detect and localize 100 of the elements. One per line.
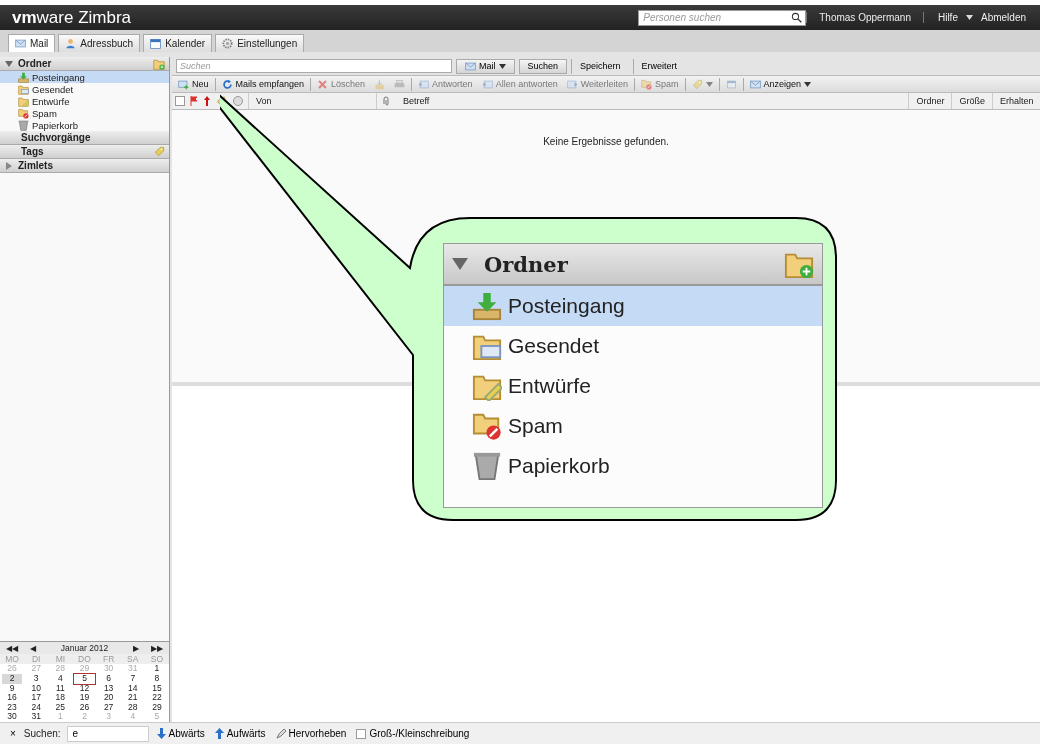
trash-icon [472,451,502,481]
toolbar-button[interactable]: Mails empfangen [218,78,308,90]
prev-year-button[interactable]: ◀◀ [4,643,20,653]
calendar-day[interactable]: 19 [74,693,95,703]
calendar-day[interactable]: 1 [146,664,167,675]
calendar-day[interactable]: 12 [74,683,95,694]
app-tab[interactable]: Adressbuch [58,34,141,52]
search-bar-button[interactable]: Erweitert [632,58,686,74]
down-arrow-icon [156,728,166,739]
calendar-day[interactable]: 31 [26,712,47,722]
app-logo: vmware Zimbra [12,7,132,28]
search-bar-button[interactable]: Speichern [571,58,629,74]
calendar-day[interactable]: 4 [50,674,71,684]
column-header[interactable]: Von [248,93,376,109]
search-bar-button[interactable]: Suchen [518,58,568,74]
search-field[interactable]: Suchen [176,59,452,73]
weekday-label: MI [48,654,73,665]
toolbar-button[interactable]: Anzeigen [746,78,815,90]
calendar-day[interactable]: 25 [50,702,71,713]
calendar-day[interactable]: 28 [122,702,143,713]
calendar-day[interactable]: 9 [2,683,23,694]
weekday-label: DI [24,654,49,665]
help-menu[interactable]: Hilfe [935,12,960,23]
flag-icon [190,96,198,106]
priority-icon [204,96,210,106]
up-arrow-icon [214,728,224,739]
folder-item[interactable]: Posteingang [0,71,169,83]
new-folder-icon [153,57,165,70]
folder-item[interactable]: Entwürfe [0,95,169,107]
scope-dropdown[interactable]: Mail [456,58,515,74]
section-header[interactable]: Tags [0,145,169,159]
tag-icon [154,146,165,157]
calendar-day[interactable]: 23 [2,702,23,713]
calendar-day[interactable]: 27 [98,702,119,713]
toolbar-button[interactable]: Neu [175,78,212,90]
calendar-day[interactable]: 17 [26,693,47,703]
calendar-day[interactable]: 10 [26,683,47,694]
calendar-day[interactable]: 22 [146,693,167,703]
find-down-button[interactable]: Abwärts [154,728,207,739]
highlight-button[interactable]: Hervorheben [273,728,349,739]
section-header[interactable]: Zimlets [0,159,169,173]
paperclip-icon [381,96,391,106]
column-header[interactable]: Betreff [396,93,909,109]
column-header[interactable]: Erhalten [992,93,1040,109]
calendar-day[interactable]: 24 [26,702,47,713]
calendar-day[interactable]: 7 [122,674,143,684]
calendar-day[interactable]: 18 [50,693,71,703]
calendar-day[interactable]: 20 [98,693,119,703]
calendar-day[interactable]: 30 [2,712,23,722]
match-case-checkbox[interactable]: Groß-/Kleinschreibung [354,728,472,739]
calendar-day[interactable]: 8 [146,674,167,684]
folder-item[interactable]: Gesendet [0,83,169,95]
column-header[interactable]: Größe [951,93,992,109]
app-tab[interactable]: Einstellungen [215,34,305,52]
mail-icon [465,60,476,72]
next-year-button[interactable]: ▶▶ [149,643,165,653]
tray-icon [374,78,386,90]
app-tab[interactable]: Kalender [143,34,213,52]
app-tab[interactable]: Mail [8,34,56,52]
calendar-day[interactable]: 26 [74,702,95,713]
calendar-icon [150,38,162,49]
section-header[interactable]: Suchvorgänge [0,131,169,145]
calendar-day[interactable]: 16 [2,693,23,703]
calendar-day[interactable]: 29 [146,702,167,713]
print-icon [394,78,406,90]
calendar-day[interactable]: 11 [50,683,71,694]
calendar-day[interactable]: 2 [2,674,23,684]
calendar-day[interactable]: 21 [122,693,143,703]
calendar-day[interactable]: 13 [98,683,119,694]
folder-item[interactable]: Spam [0,107,169,119]
folders-header[interactable]: Ordner [0,57,169,71]
weekday-label: MO [0,654,25,665]
logout-link[interactable]: Abmelden [978,12,1028,23]
calendar-day[interactable]: 6 [98,674,119,684]
weekday-label: SA [120,654,145,665]
prev-month-button[interactable]: ◀ [28,643,38,653]
next-month-button[interactable]: ▶ [131,643,141,653]
column-header[interactable]: Ordner [908,93,952,109]
calendar-day[interactable]: 15 [146,683,167,694]
reply-icon [418,78,430,90]
find-field[interactable]: e [66,725,149,742]
folder-block-icon [472,411,502,441]
people-search-field[interactable]: Personen suchen [638,9,807,26]
status-icon [233,96,243,106]
find-up-button[interactable]: Aufwärts [212,728,268,739]
envelope-plus-icon [178,78,189,90]
zoomed-folder-item: Spam [444,406,822,446]
calendar-day[interactable]: 3 [26,674,47,684]
window-icon [725,78,737,90]
close-button[interactable]: × [8,728,18,739]
triangle-icon [5,161,13,170]
folder-item[interactable]: Papierkorb [0,119,169,131]
zoomed-folder-item: Gesendet [444,326,822,366]
select-all-checkbox[interactable] [175,96,185,106]
zoomed-folder-item: Papierkorb [444,446,822,486]
calendar-day[interactable]: 14 [122,683,143,694]
empty-message: Keine Ergebnisse gefunden. [543,136,669,148]
folder-pencil-icon [18,95,29,107]
calendar-day[interactable]: 5 [74,674,95,684]
refresh-icon [221,78,233,90]
